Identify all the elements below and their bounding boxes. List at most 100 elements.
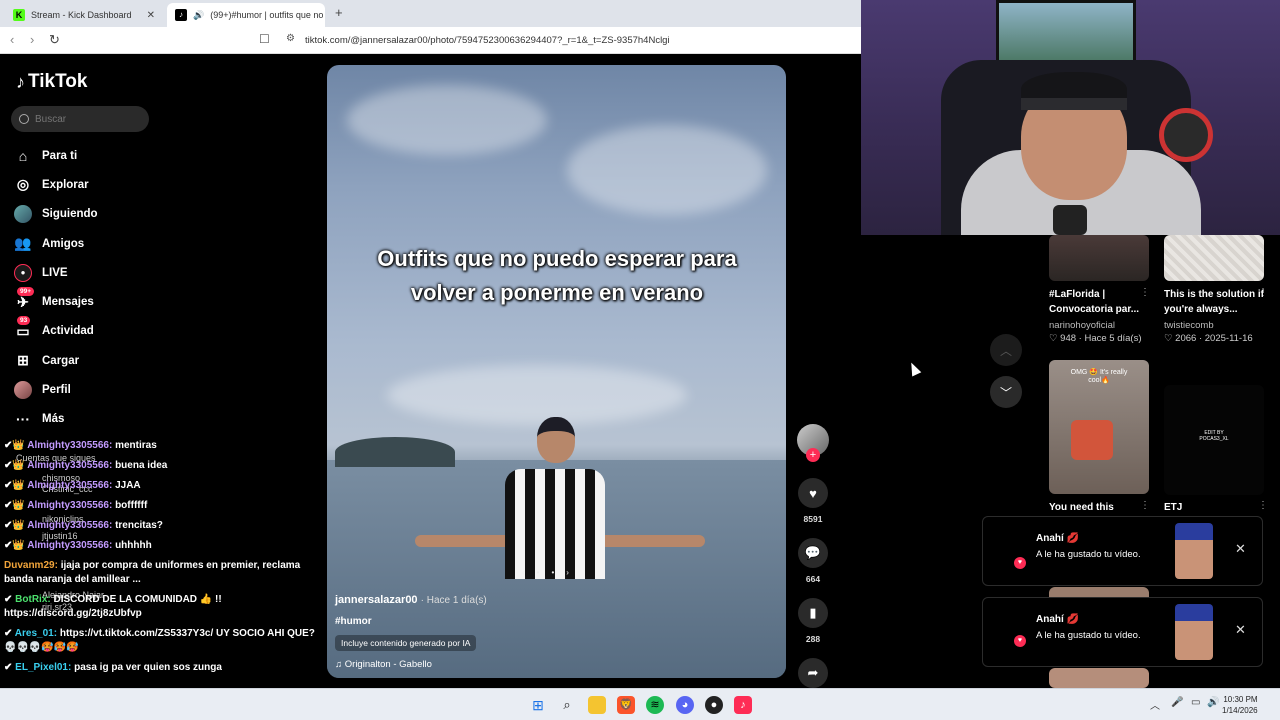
carousel-dot[interactable]: • xyxy=(537,568,540,577)
chat-message: ✔👑 Almighty3305566: mentiras xyxy=(4,440,157,451)
back-icon[interactable]: ‹ xyxy=(10,32,14,47)
close-icon[interactable]: ✕ xyxy=(1235,622,1246,638)
tiktok-logo[interactable]: ♪ TikTok xyxy=(16,71,87,93)
search-box[interactable] xyxy=(11,106,149,132)
video-title[interactable]: You need this xyxy=(1049,500,1149,515)
heart-icon[interactable]: ♥ xyxy=(798,478,828,508)
forward-icon[interactable]: › xyxy=(30,32,34,47)
notification-thumbnail[interactable] xyxy=(1175,523,1213,579)
obs-icon[interactable]: ● xyxy=(705,696,723,714)
search-input[interactable] xyxy=(35,113,135,125)
brave-browser-icon[interactable]: 🦁 xyxy=(617,696,635,714)
chat-username: BotRix: xyxy=(15,594,51,605)
carousel-dot[interactable]: • xyxy=(551,568,554,577)
reload-icon[interactable]: ↻ xyxy=(49,32,60,48)
sidebar-item-live[interactable]: ● LIVE xyxy=(14,258,98,287)
ai-content-label: Incluye contenido generado por IA xyxy=(335,635,477,651)
previous-video-button[interactable]: ︿ xyxy=(990,334,1022,366)
author-avatar[interactable]: + xyxy=(797,424,829,462)
video-thumbnail[interactable]: OMG 🤩 It's really cool🔥 xyxy=(1049,360,1149,494)
video-player[interactable]: Outfits que no puedo esperar para volver… xyxy=(327,65,786,678)
windows-taskbar: ⊞ ⌕ 🦁 ≋ ◕ ● ♪ ︿ 🎤 ▭ 🔊 10:30 PM 1/14/2026 xyxy=(0,688,1280,720)
notification-thumbnail[interactable] xyxy=(1175,604,1213,660)
sidebar-item-mensajes[interactable]: ✈ 99+ Mensajes xyxy=(14,287,98,316)
next-video-button[interactable]: ﹀ xyxy=(990,376,1022,408)
tray-overflow-icon[interactable]: ︿ xyxy=(1150,697,1160,712)
new-tab-button[interactable]: + xyxy=(335,5,343,20)
carousel-nav: ‹ • • › xyxy=(522,568,569,577)
wall-sign xyxy=(1159,108,1213,162)
video-author[interactable]: narinohoyoficial xyxy=(1049,320,1115,331)
video-author[interactable]: twistiecomb xyxy=(1164,320,1214,331)
follow-plus-icon[interactable]: + xyxy=(806,448,820,462)
tab-title: (99+)#humor | outfits que no xyxy=(210,10,324,20)
bookmark-icon[interactable]: ▮ xyxy=(798,598,828,628)
site-settings-icon[interactable]: ⚙ xyxy=(286,33,295,44)
video-thumbnail[interactable] xyxy=(1164,235,1264,281)
chat-text: boffffff xyxy=(115,500,148,511)
system-clock[interactable]: 10:30 PM 1/14/2026 xyxy=(1222,694,1258,716)
person-arm xyxy=(415,535,515,547)
post-time: · Hace 1 día(s) xyxy=(420,595,487,606)
chat-username: Almighty3305566: xyxy=(27,540,113,551)
clock-time: 10:30 PM xyxy=(1223,695,1258,704)
sidebar-item-para-ti[interactable]: ⌂ Para ti xyxy=(14,141,98,170)
monitor-icon[interactable]: ▭ xyxy=(1191,697,1200,708)
sidebar-item-amigos[interactable]: 👥 Amigos xyxy=(14,229,98,258)
share-icon[interactable]: ➦ xyxy=(798,658,828,688)
music-title[interactable]: Originalton - Gabello xyxy=(345,659,432,670)
close-icon[interactable]: ✕ xyxy=(147,10,155,21)
video-title[interactable]: #LaFlorida | Convocatoria par... xyxy=(1049,287,1149,317)
bookmark-icon[interactable]: ☐ xyxy=(259,32,270,46)
sidebar-item-label: Explorar xyxy=(42,178,89,191)
sidebar-item-perfil[interactable]: Perfil xyxy=(14,375,98,404)
notification-user: Anahí 💋 xyxy=(1036,614,1080,625)
sidebar-item-explorar[interactable]: ◎ Explorar xyxy=(14,170,98,199)
thumbnail-text: OMG 🤩 It's really cool🔥 xyxy=(1070,369,1128,384)
chat-username: Almighty3305566: xyxy=(27,460,113,471)
video-author[interactable]: jannersalazar00 · Hace 1 día(s) xyxy=(335,594,487,606)
video-title[interactable]: ETJ xyxy=(1164,500,1264,515)
tab-tiktok[interactable]: ♪ 🔊 (99+)#humor | outfits que no ✕ xyxy=(167,3,325,27)
video-stats: ♡ 948 · Hace 5 día(s) xyxy=(1049,333,1142,344)
video-title[interactable]: This is the solution if you're always... xyxy=(1164,287,1264,317)
volume-icon[interactable]: 🔊 xyxy=(1207,697,1219,708)
sidebar-nav: ⌂ Para ti ◎ Explorar Siguiendo 👥 Amigos … xyxy=(14,141,98,434)
streamer-headband xyxy=(1021,98,1127,110)
more-options-icon[interactable]: ⋮ xyxy=(1140,500,1150,511)
tab-title: Stream - Kick Dashboard xyxy=(31,10,132,20)
like-notification[interactable]: ♥ Anahí 💋 A le ha gustado tu vídeo. ✕ xyxy=(982,597,1263,667)
sidebar-item-actividad[interactable]: ▭ 93 Actividad xyxy=(14,316,98,346)
like-notification[interactable]: ♥ Anahí 💋 A le ha gustado tu vídeo. ✕ xyxy=(982,516,1263,586)
video-hashtag[interactable]: #humor xyxy=(335,616,487,627)
comment-icon[interactable]: 💬 xyxy=(798,538,828,568)
screen: K Stream - Kick Dashboard ✕ ♪ 🔊 (99+)#hu… xyxy=(0,0,1280,720)
close-icon[interactable]: ✕ xyxy=(1235,541,1246,557)
video-thumbnail[interactable] xyxy=(1049,668,1149,688)
url-field[interactable]: tiktok.com/@jannersalazar00/photo/759475… xyxy=(305,35,670,46)
carousel-prev-button[interactable]: ‹ xyxy=(522,568,525,577)
windows-start-icon[interactable]: ⊞ xyxy=(529,696,547,714)
speaker-icon[interactable]: 🔊 xyxy=(193,10,204,21)
discord-icon[interactable]: ◕ xyxy=(676,696,694,714)
video-thumbnail[interactable] xyxy=(1049,235,1149,281)
more-options-icon[interactable]: ⋮ xyxy=(1258,500,1268,511)
chevron-up-icon: ︿ xyxy=(999,343,1012,358)
spotify-icon[interactable]: ≋ xyxy=(646,696,664,714)
sidebar-item-siguiendo[interactable]: Siguiendo xyxy=(14,200,98,229)
tiktok-app-icon[interactable]: ♪ xyxy=(734,696,752,714)
author-name[interactable]: jannersalazar00 xyxy=(335,594,418,606)
file-explorer-icon[interactable] xyxy=(588,696,606,714)
microphone-icon[interactable]: 🎤 xyxy=(1171,697,1183,708)
sidebar-item-cargar[interactable]: ⊞ Cargar xyxy=(14,346,98,375)
heart-outline-icon: ♡ xyxy=(1049,333,1058,344)
carousel-next-button[interactable]: › xyxy=(566,568,569,577)
sidebar-item-mas[interactable]: ··· Más xyxy=(14,405,98,434)
chat-text: uhhhhh xyxy=(115,540,152,551)
video-music[interactable]: ♫ Originalton - Gabello xyxy=(335,659,487,670)
chat-username: Almighty3305566: xyxy=(27,480,113,491)
search-icon[interactable]: ⌕ xyxy=(558,696,576,714)
tab-kick-dashboard[interactable]: K Stream - Kick Dashboard ✕ xyxy=(5,3,163,27)
video-thumbnail[interactable]: EDIT BY POCAS3_XL xyxy=(1164,385,1264,495)
person-arm xyxy=(595,535,705,547)
